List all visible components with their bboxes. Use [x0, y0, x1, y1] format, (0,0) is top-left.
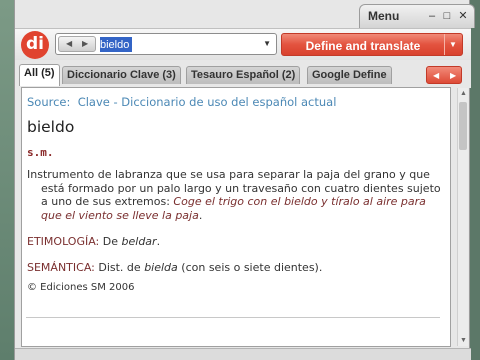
- tab-scroll-buttons: ◀ ▶: [426, 66, 462, 84]
- copyright-notice: © Ediciones SM 2006: [27, 282, 135, 293]
- semantics-text: Dist. de: [98, 261, 141, 274]
- source-line: Source: Clave - Diccionario de uso del e…: [27, 95, 446, 109]
- semantics: SEMÁNTICA: Dist. de bielda (con seis o s…: [27, 261, 446, 274]
- etymology-word: beldar: [121, 235, 157, 248]
- history-nav: ◀ ▶: [58, 36, 96, 52]
- menu-label[interactable]: Menu: [368, 9, 399, 23]
- part-of-speech: s.m.: [27, 146, 54, 159]
- semantics-rest: (con seis o siete dientes).: [181, 261, 323, 274]
- source-link[interactable]: Clave - Diccionario de uso del español a…: [78, 95, 337, 109]
- app-window: Menu – □ ✕ di ◀ ▶ ▼ Define and translate…: [14, 0, 475, 360]
- define-button-divider: [444, 34, 445, 55]
- search-input[interactable]: [100, 37, 260, 52]
- tab-scroll-left-icon[interactable]: ◀: [433, 71, 439, 80]
- scroll-thumb[interactable]: [459, 102, 467, 150]
- tab-google-define[interactable]: Google Define: [307, 66, 392, 84]
- bottom-strip: [15, 348, 471, 360]
- toolbar: di ◀ ▶ ▼ Define and translate ▼: [15, 28, 471, 60]
- section-divider: [26, 317, 440, 318]
- forward-icon[interactable]: ▶: [82, 39, 88, 48]
- search-dropdown-icon[interactable]: ▼: [263, 39, 271, 48]
- tab-all[interactable]: All (5): [19, 64, 60, 86]
- search-box[interactable]: ◀ ▶ ▼: [55, 33, 277, 55]
- define-dropdown-icon[interactable]: ▼: [449, 40, 457, 49]
- minimize-icon[interactable]: –: [426, 10, 438, 22]
- define-button-label[interactable]: Define and translate: [282, 39, 444, 53]
- source-prefix: Source:: [27, 95, 71, 109]
- tab-tesauro-espanol[interactable]: Tesauro Español (2): [186, 66, 301, 84]
- tabs-row: All (5) Diccionario Clave (3) Tesauro Es…: [15, 60, 471, 88]
- app-logo: di: [21, 31, 49, 59]
- semantics-label: SEMÁNTICA:: [27, 261, 95, 274]
- maximize-icon[interactable]: □: [441, 10, 453, 22]
- back-icon[interactable]: ◀: [66, 39, 72, 48]
- semantics-word: bielda: [144, 261, 178, 274]
- desktop-background-right: [470, 0, 480, 360]
- headword: bieldo: [27, 118, 75, 136]
- etymology: ETIMOLOGÍA: De beldar.: [27, 235, 161, 248]
- scroll-down-icon[interactable]: ▼: [460, 337, 467, 344]
- close-icon[interactable]: ✕: [457, 10, 469, 22]
- vertical-scrollbar[interactable]: ▲ ▼: [457, 88, 468, 346]
- tab-diccionario-clave[interactable]: Diccionario Clave (3): [62, 66, 181, 84]
- desktop-background-left: [0, 0, 14, 360]
- definition-panel: Source: Clave - Diccionario de uso del e…: [21, 87, 451, 347]
- tab-scroll-right-icon[interactable]: ▶: [450, 71, 456, 80]
- scroll-up-icon[interactable]: ▲: [460, 90, 467, 97]
- definition-text: Instrumento de labranza que se usa para …: [27, 168, 441, 222]
- etymology-text: De: [102, 235, 119, 248]
- define-and-translate-button[interactable]: Define and translate ▼: [281, 33, 463, 56]
- etymology-label: ETIMOLOGÍA:: [27, 235, 100, 248]
- menu-tab[interactable]: Menu – □ ✕: [359, 4, 475, 28]
